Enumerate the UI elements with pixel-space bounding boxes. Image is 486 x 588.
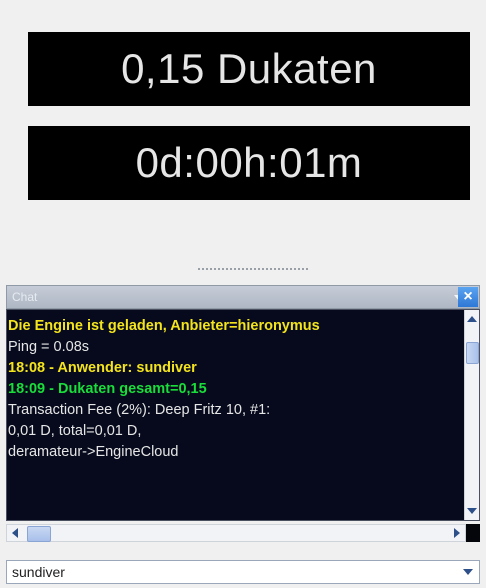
scroll-left-icon[interactable] (12, 528, 18, 538)
vertical-scroll-thumb[interactable] (466, 342, 479, 364)
chat-line: 18:08 - Anwender: sundiver (8, 360, 197, 376)
close-icon[interactable]: × (458, 287, 478, 307)
chat-line: deramateur->EngineCloud (8, 444, 179, 460)
scroll-down-icon[interactable] (467, 508, 477, 514)
chat-line: 0,01 D, total=0,01 D, (8, 423, 142, 439)
vertical-scrollbar[interactable] (464, 310, 479, 520)
chat-input[interactable]: sundiver (6, 560, 480, 584)
chat-line: Transaction Fee (2%): Deep Fritz 10, #1: (8, 402, 271, 418)
chat-line: 18:09 - Dukaten gesamt=0,15 (8, 381, 207, 397)
scroll-up-icon[interactable] (467, 316, 477, 322)
chat-log-panel: Die Engine ist geladen, Anbieter=hierony… (6, 309, 480, 521)
panel-splitter[interactable] (0, 265, 486, 275)
splitter-grip (198, 268, 308, 270)
horizontal-scrollbar[interactable] (6, 524, 466, 542)
chat-header: Chat × (6, 285, 480, 309)
chevron-down-icon[interactable] (463, 569, 473, 575)
chat-line: Ping = 0.08s (8, 339, 90, 355)
cost-display: 0,15 Dukaten (28, 32, 470, 106)
scrollbar-corner (466, 524, 480, 542)
chat-title: Chat (12, 290, 38, 304)
scroll-right-icon[interactable] (454, 528, 460, 538)
chat-log: Die Engine ist geladen, Anbieter=hierony… (7, 316, 463, 463)
chat-input-value: sundiver (12, 564, 65, 580)
chat-line: Die Engine ist geladen, Anbieter=hierony… (8, 318, 320, 334)
horizontal-scroll-thumb[interactable] (27, 526, 51, 542)
time-display: 0d:00h:01m (28, 126, 470, 200)
